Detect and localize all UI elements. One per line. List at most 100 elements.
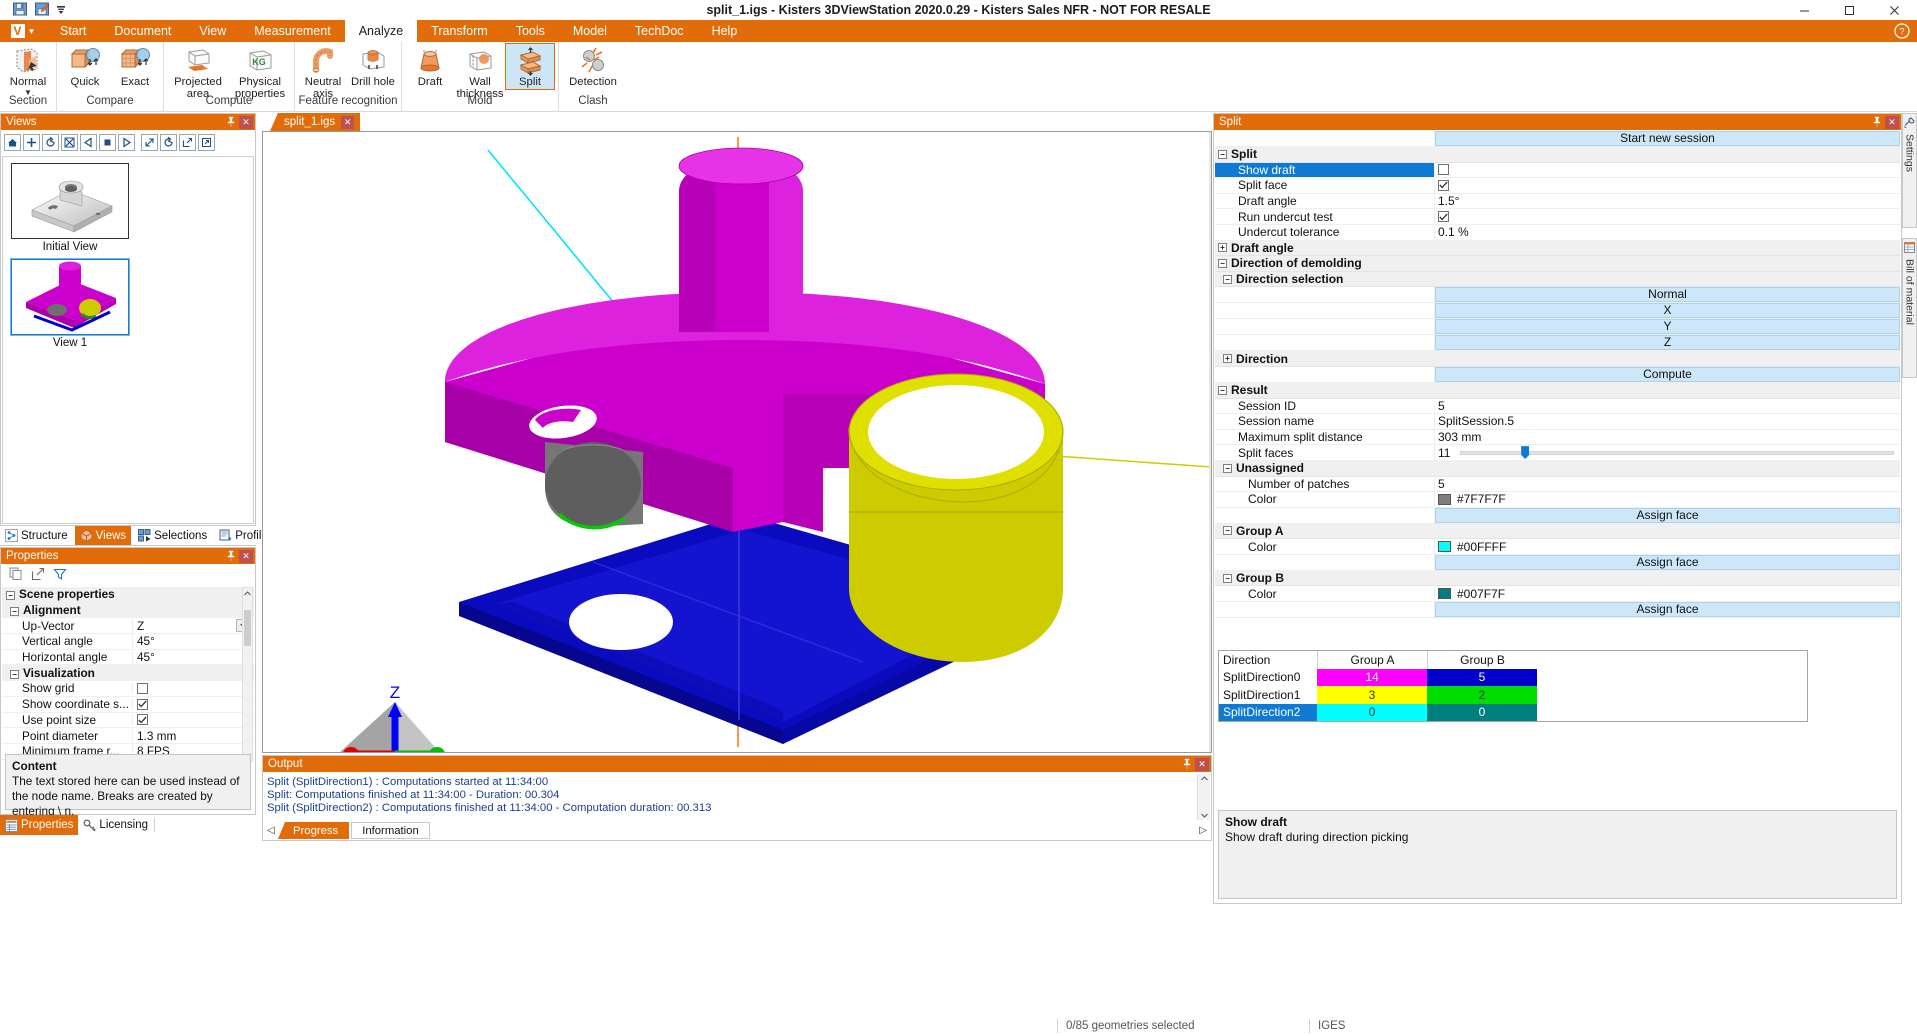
split-row-start-session[interactable]: Start new session — [1215, 131, 1900, 147]
previous-view-icon[interactable] — [80, 133, 97, 151]
split-row-direction-normal[interactable]: Normal — [1215, 287, 1900, 304]
assign-face-unassigned-button[interactable]: Assign face — [1435, 507, 1900, 523]
split-row-compute[interactable]: Compute — [1215, 366, 1900, 383]
split-row-direction-z[interactable]: Z — [1215, 335, 1900, 352]
split-row-group-a-assign-face[interactable]: Assign face — [1215, 554, 1900, 571]
direction-y-button[interactable]: Y — [1435, 319, 1900, 335]
direction-z-button[interactable]: Z — [1435, 335, 1900, 351]
collapse-icon[interactable]: − — [1223, 274, 1232, 284]
bottom-tab-properties[interactable]: Properties — [0, 815, 79, 835]
tab-view[interactable]: View — [185, 20, 240, 42]
collapse-icon[interactable]: − — [1223, 463, 1232, 473]
split-group-split[interactable]: − Split — [1215, 147, 1900, 163]
start-new-session-button[interactable]: Start new session — [1435, 131, 1900, 146]
tab-analyze[interactable]: Analyze — [344, 20, 418, 42]
tab-techdoc[interactable]: TechDoc — [621, 20, 698, 42]
show-draft-checkbox[interactable] — [1438, 164, 1449, 176]
3d-viewport[interactable]: Z X Y — [262, 131, 1212, 753]
bottom-tab-licensing[interactable]: Licensing — [78, 815, 153, 835]
ribbon-button-exact[interactable]: Exact — [110, 43, 160, 90]
ribbon-button-wall-thickness[interactable]: Wall thickness — [455, 43, 505, 101]
split-row-unassigned-assign-face[interactable]: Assign face — [1215, 507, 1900, 524]
split-group-draft-angle[interactable]: + Draft angle — [1215, 240, 1900, 257]
split-row-unassigned-color[interactable]: Color #7F7F7F — [1215, 492, 1900, 508]
close-icon[interactable]: ✕ — [239, 549, 253, 563]
property-row-vertical-angle[interactable]: Vertical angle 45° — [2, 634, 254, 650]
property-row-up-vector[interactable]: Up-Vector Z — [2, 618, 254, 635]
3d-model-render[interactable]: Z X Y — [263, 132, 1211, 752]
close-icon[interactable]: ✕ — [1885, 115, 1899, 129]
split-group-direction[interactable]: + Direction — [1215, 351, 1900, 367]
direction-x-button[interactable]: X — [1435, 303, 1900, 319]
split-row-session-id[interactable]: Session ID 5 — [1215, 398, 1900, 415]
ribbon-button-drill-hole[interactable]: Drill hole — [348, 43, 398, 90]
tab-scroll-right-icon[interactable]: ▷ — [1199, 825, 1207, 836]
expand-icon[interactable]: + — [1223, 354, 1232, 364]
collapse-icon[interactable]: − — [1218, 258, 1227, 268]
output-tab-information[interactable]: Information — [351, 822, 430, 839]
pin-icon[interactable] — [1871, 116, 1883, 128]
output-tab-progress[interactable]: Progress — [278, 822, 350, 839]
output-log[interactable]: Split (SplitDirection1) : Computations s… — [264, 774, 1197, 820]
pin-icon[interactable] — [225, 116, 237, 128]
property-group-scene[interactable]: − Scene properties — [2, 587, 254, 603]
use-point-size-checkbox[interactable] — [137, 714, 148, 726]
property-row-point-diameter[interactable]: Point diameter 1.3 mm — [2, 728, 254, 744]
tab-start[interactable]: Start — [46, 20, 100, 42]
dock-tab-structure[interactable]: Structure — [0, 526, 73, 545]
add-view-icon[interactable] — [23, 133, 40, 151]
collapse-icon[interactable]: − — [1223, 573, 1232, 583]
scrollbar-thumb[interactable] — [244, 610, 251, 646]
group-b-color-swatch[interactable] — [1438, 588, 1451, 600]
stop-view-icon[interactable] — [99, 133, 116, 151]
collapse-icon[interactable]: − — [10, 607, 19, 617]
ribbon-button-normal-section[interactable]: Normal ▼ — [3, 43, 53, 97]
scroll-up-icon[interactable] — [1198, 774, 1210, 781]
split-group-unassigned[interactable]: − Unassigned — [1215, 460, 1900, 477]
ribbon-button-detection[interactable]: Detection — [562, 43, 624, 90]
tab-model[interactable]: Model — [559, 20, 621, 42]
expand-icon[interactable]: + — [1218, 243, 1227, 253]
properties-scrollbar[interactable] — [242, 587, 253, 762]
split-row-run-undercut-test[interactable]: Run undercut test — [1215, 209, 1900, 225]
assign-face-group-a-button[interactable]: Assign face — [1435, 554, 1900, 570]
property-row-show-coordinate-system[interactable]: Show coordinate s... — [2, 697, 254, 713]
close-icon[interactable]: ✕ — [341, 115, 355, 129]
split-row-draft-angle[interactable]: Draft angle 1.5° — [1215, 193, 1900, 210]
tab-scroll-left-icon[interactable]: ◁ — [267, 825, 275, 836]
split-row-undercut-tolerance[interactable]: Undercut tolerance 0.1 % — [1215, 224, 1900, 241]
split-row-maximum-split-distance[interactable]: Maximum split distance 303 mm — [1215, 429, 1900, 446]
dock-tab-selections[interactable]: Selections — [133, 526, 212, 545]
view-item-view-1[interactable]: View 1 — [10, 258, 130, 349]
fit-view-icon[interactable] — [141, 133, 158, 151]
home-view-icon[interactable] — [4, 133, 21, 151]
next-view-icon[interactable] — [118, 133, 135, 151]
help-circle-icon[interactable]: ? — [1893, 22, 1911, 40]
tab-tools[interactable]: Tools — [502, 20, 559, 42]
ribbon-button-draft[interactable]: Draft — [405, 43, 455, 90]
pin-icon[interactable] — [225, 550, 237, 562]
split-row-split-face[interactable]: Split face — [1215, 178, 1900, 194]
application-menu-button[interactable]: V ▼ — [0, 20, 46, 42]
filter-icon[interactable] — [53, 567, 67, 584]
draft-angle-value[interactable]: 1.5° — [1434, 193, 1900, 210]
copy-icon[interactable] — [9, 567, 23, 584]
split-group-direction-selection[interactable]: − Direction selection — [1215, 271, 1900, 288]
split-group-result[interactable]: − Result — [1215, 382, 1900, 399]
properties-grid[interactable]: − Scene properties − Alignment Up-Vector Z… — [2, 587, 254, 762]
close-icon[interactable]: ✕ — [1195, 757, 1209, 771]
split-row-group-a-color[interactable]: Color #00FFFF — [1215, 539, 1900, 555]
tab-measurement[interactable]: Measurement — [240, 20, 344, 42]
group-a-color-swatch[interactable] — [1438, 541, 1451, 553]
ribbon-button-split[interactable]: Split — [505, 43, 555, 90]
show-grid-checkbox[interactable] — [137, 682, 148, 694]
show-coordinate-system-checkbox[interactable] — [137, 698, 148, 710]
pin-icon[interactable] — [1181, 758, 1193, 770]
split-group-group-a[interactable]: − Group A — [1215, 523, 1900, 540]
split-directions-table[interactable]: Direction Group A Group B SplitDirection… — [1218, 650, 1808, 722]
collapse-icon[interactable]: − — [10, 669, 19, 679]
ribbon-button-projected-area[interactable]: Projected area — [167, 43, 229, 101]
collapse-icon[interactable]: − — [1218, 149, 1227, 159]
split-property-grid[interactable]: Start new session − Split Show draft Spli… — [1215, 131, 1900, 902]
refresh-view-icon[interactable] — [160, 133, 177, 151]
